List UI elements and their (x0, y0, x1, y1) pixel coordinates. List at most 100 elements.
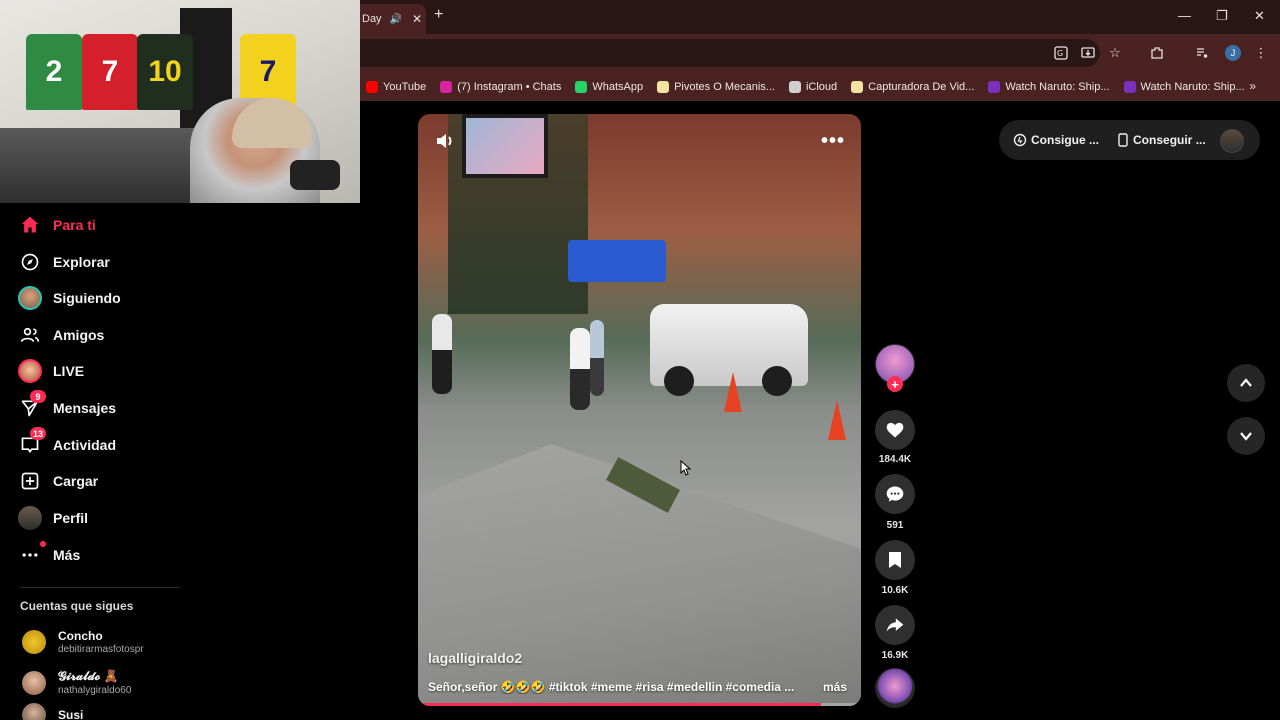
video-options-icon[interactable]: ••• (821, 130, 845, 153)
followed-account[interactable]: Concho debitirarmasfotospr (22, 629, 144, 655)
followed-account[interactable]: 𝓖𝓲𝓻𝓪𝓵𝓭𝓸 🧸 nathalygiraldo60 (22, 669, 131, 696)
following-avatar-icon (18, 286, 42, 310)
account-name: Susi (58, 707, 84, 720)
account-avatar (22, 630, 46, 654)
browser-toolbar: G ☆ J ⋮ (360, 34, 1280, 72)
sidebar-item-upload[interactable]: Cargar (18, 466, 98, 496)
bookmark-favicon-icon (366, 80, 378, 93)
bookmark-favicon-icon (440, 80, 453, 93)
video-caption: Señor,señor 🤣🤣🤣 #tiktok #meme #risa #med… (428, 680, 795, 694)
bookmark-item[interactable]: (7) Instagram • Chats (440, 80, 562, 93)
bookmark-item[interactable]: Capturadora De Vid... (851, 80, 975, 93)
webcam-jersey: 7 (82, 34, 138, 110)
coin-icon (1013, 133, 1027, 147)
comment-count: 591 (886, 520, 904, 531)
video-scene-cone (724, 372, 742, 412)
save-button[interactable] (875, 540, 915, 580)
comment-button[interactable] (875, 474, 915, 514)
video-player[interactable]: ••• lagalligiraldo2 Señor,señor 🤣🤣🤣 #tik… (418, 114, 861, 706)
follow-plus-icon[interactable]: + (887, 376, 903, 392)
svg-text:G: G (1057, 49, 1063, 58)
sidebar-item-label: Para ti (53, 217, 96, 233)
tab-title: Day (362, 13, 382, 25)
bookmark-favicon-icon (657, 80, 670, 93)
minimize-icon[interactable]: — (1178, 8, 1191, 23)
like-button[interactable] (875, 410, 915, 450)
bookmark-item[interactable]: Watch Naruto: Ship... (1123, 80, 1245, 93)
bookmarks-overflow-icon[interactable]: » (1249, 79, 1256, 93)
next-video-button[interactable] (1227, 417, 1265, 455)
sidebar-item-friends[interactable]: Amigos (18, 320, 104, 350)
sidebar-item-profile-avatar[interactable]: Perfil (18, 503, 88, 533)
media-control-icon[interactable] (1193, 44, 1211, 62)
sidebar-item-activity[interactable]: 13 Actividad (18, 427, 116, 460)
sidebar-divider (20, 587, 180, 588)
sidebar-item-following-avatar[interactable]: Siguiendo (18, 283, 121, 313)
sidebar-item-label: Perfil (53, 510, 89, 526)
chevron-down-icon (1240, 432, 1252, 441)
maximize-icon[interactable]: ❐ (1216, 8, 1228, 24)
volume-icon[interactable] (434, 130, 456, 157)
bookmark-label: Capturadora De Vid... (868, 80, 975, 93)
sidebar-item-home[interactable]: Para ti (18, 210, 96, 240)
video-scene-pedestrian (432, 314, 452, 394)
video-progress-fill (418, 703, 822, 706)
music-disc-icon[interactable] (875, 668, 915, 708)
bookmark-label: (7) Instagram • Chats (457, 80, 562, 93)
account-username: nathalygiraldo60 (58, 685, 132, 696)
mouse-cursor-icon (680, 459, 692, 481)
browser-profile-avatar[interactable]: J (1225, 45, 1241, 61)
sidebar-item-messages[interactable]: 9 Mensajes (18, 390, 117, 423)
user-avatar[interactable] (1220, 129, 1244, 153)
webcam-overlay: 2 7 10 7 (0, 0, 360, 203)
bookmark-item[interactable]: iCloud (788, 80, 837, 93)
bookmark-label: Watch Naruto: Ship... (1005, 80, 1110, 93)
video-scene-store-sign (568, 240, 666, 282)
video-scene-pedestrian (570, 328, 590, 410)
followed-account[interactable]: Susi (22, 703, 83, 720)
new-tab-button[interactable]: + (434, 6, 443, 24)
bookmarks-bar: YouTube (7) Instagram • Chats WhatsApp Pivo… (360, 72, 1280, 101)
caption-more-link[interactable]: más (823, 680, 847, 694)
bookmark-item[interactable]: Watch Naruto: Ship... (988, 80, 1110, 93)
bookmark-item[interactable]: YouTube (366, 80, 427, 93)
tab-close-icon[interactable]: ✕ (412, 12, 422, 26)
account-avatar (22, 670, 46, 695)
extensions-icon[interactable] (1148, 44, 1166, 62)
video-progress-track[interactable] (418, 703, 861, 706)
share-button[interactable] (875, 605, 915, 645)
unread-dot (40, 541, 46, 547)
bookmark-star-icon[interactable]: ☆ (1106, 44, 1124, 62)
sidebar-item-compass[interactable]: Explorar (18, 247, 110, 277)
get-coins-label: Consigue ... (1031, 133, 1100, 147)
sidebar-item-live[interactable]: LIVE (18, 356, 84, 386)
bookmark-item[interactable]: WhatsApp (575, 80, 643, 93)
sidebar-item-more[interactable]: Más (18, 540, 80, 570)
share-icon (886, 618, 904, 632)
get-app-button[interactable]: Conseguir ... (1117, 133, 1206, 147)
bookmark-label: YouTube (383, 80, 427, 93)
video-scene-cone (828, 400, 846, 440)
browser-tab[interactable]: Day 🔊 ✕ (360, 4, 426, 34)
share-count: 16.9K (881, 650, 909, 661)
top-actions-bar: Consigue ... Conseguir ... (999, 120, 1260, 160)
previous-video-button[interactable] (1227, 364, 1265, 402)
webcam-bed (0, 128, 210, 203)
install-app-icon[interactable] (1079, 44, 1097, 62)
more-icon (18, 541, 46, 567)
comment-icon (886, 486, 904, 502)
get-coins-button[interactable]: Consigue ... (1013, 133, 1099, 147)
video-author[interactable]: lagalligiraldo2 (428, 650, 522, 666)
video-scene-billboard (462, 114, 548, 178)
browser-menu-icon[interactable]: ⋮ (1252, 44, 1270, 62)
bookmark-icon (889, 552, 901, 568)
following-section-title: Cuentas que sigues (20, 599, 134, 613)
tab-audio-icon[interactable]: 🔊 (390, 14, 402, 25)
bookmark-favicon-icon (575, 80, 588, 93)
address-bar[interactable] (360, 39, 1100, 67)
bookmark-item[interactable]: Pivotes O Mecanis... (657, 80, 775, 93)
close-window-icon[interactable]: ✕ (1254, 8, 1265, 24)
translate-icon[interactable]: G (1052, 44, 1070, 62)
sidebar-item-label: Mensajes (53, 400, 117, 416)
profile-avatar-icon (18, 506, 42, 530)
